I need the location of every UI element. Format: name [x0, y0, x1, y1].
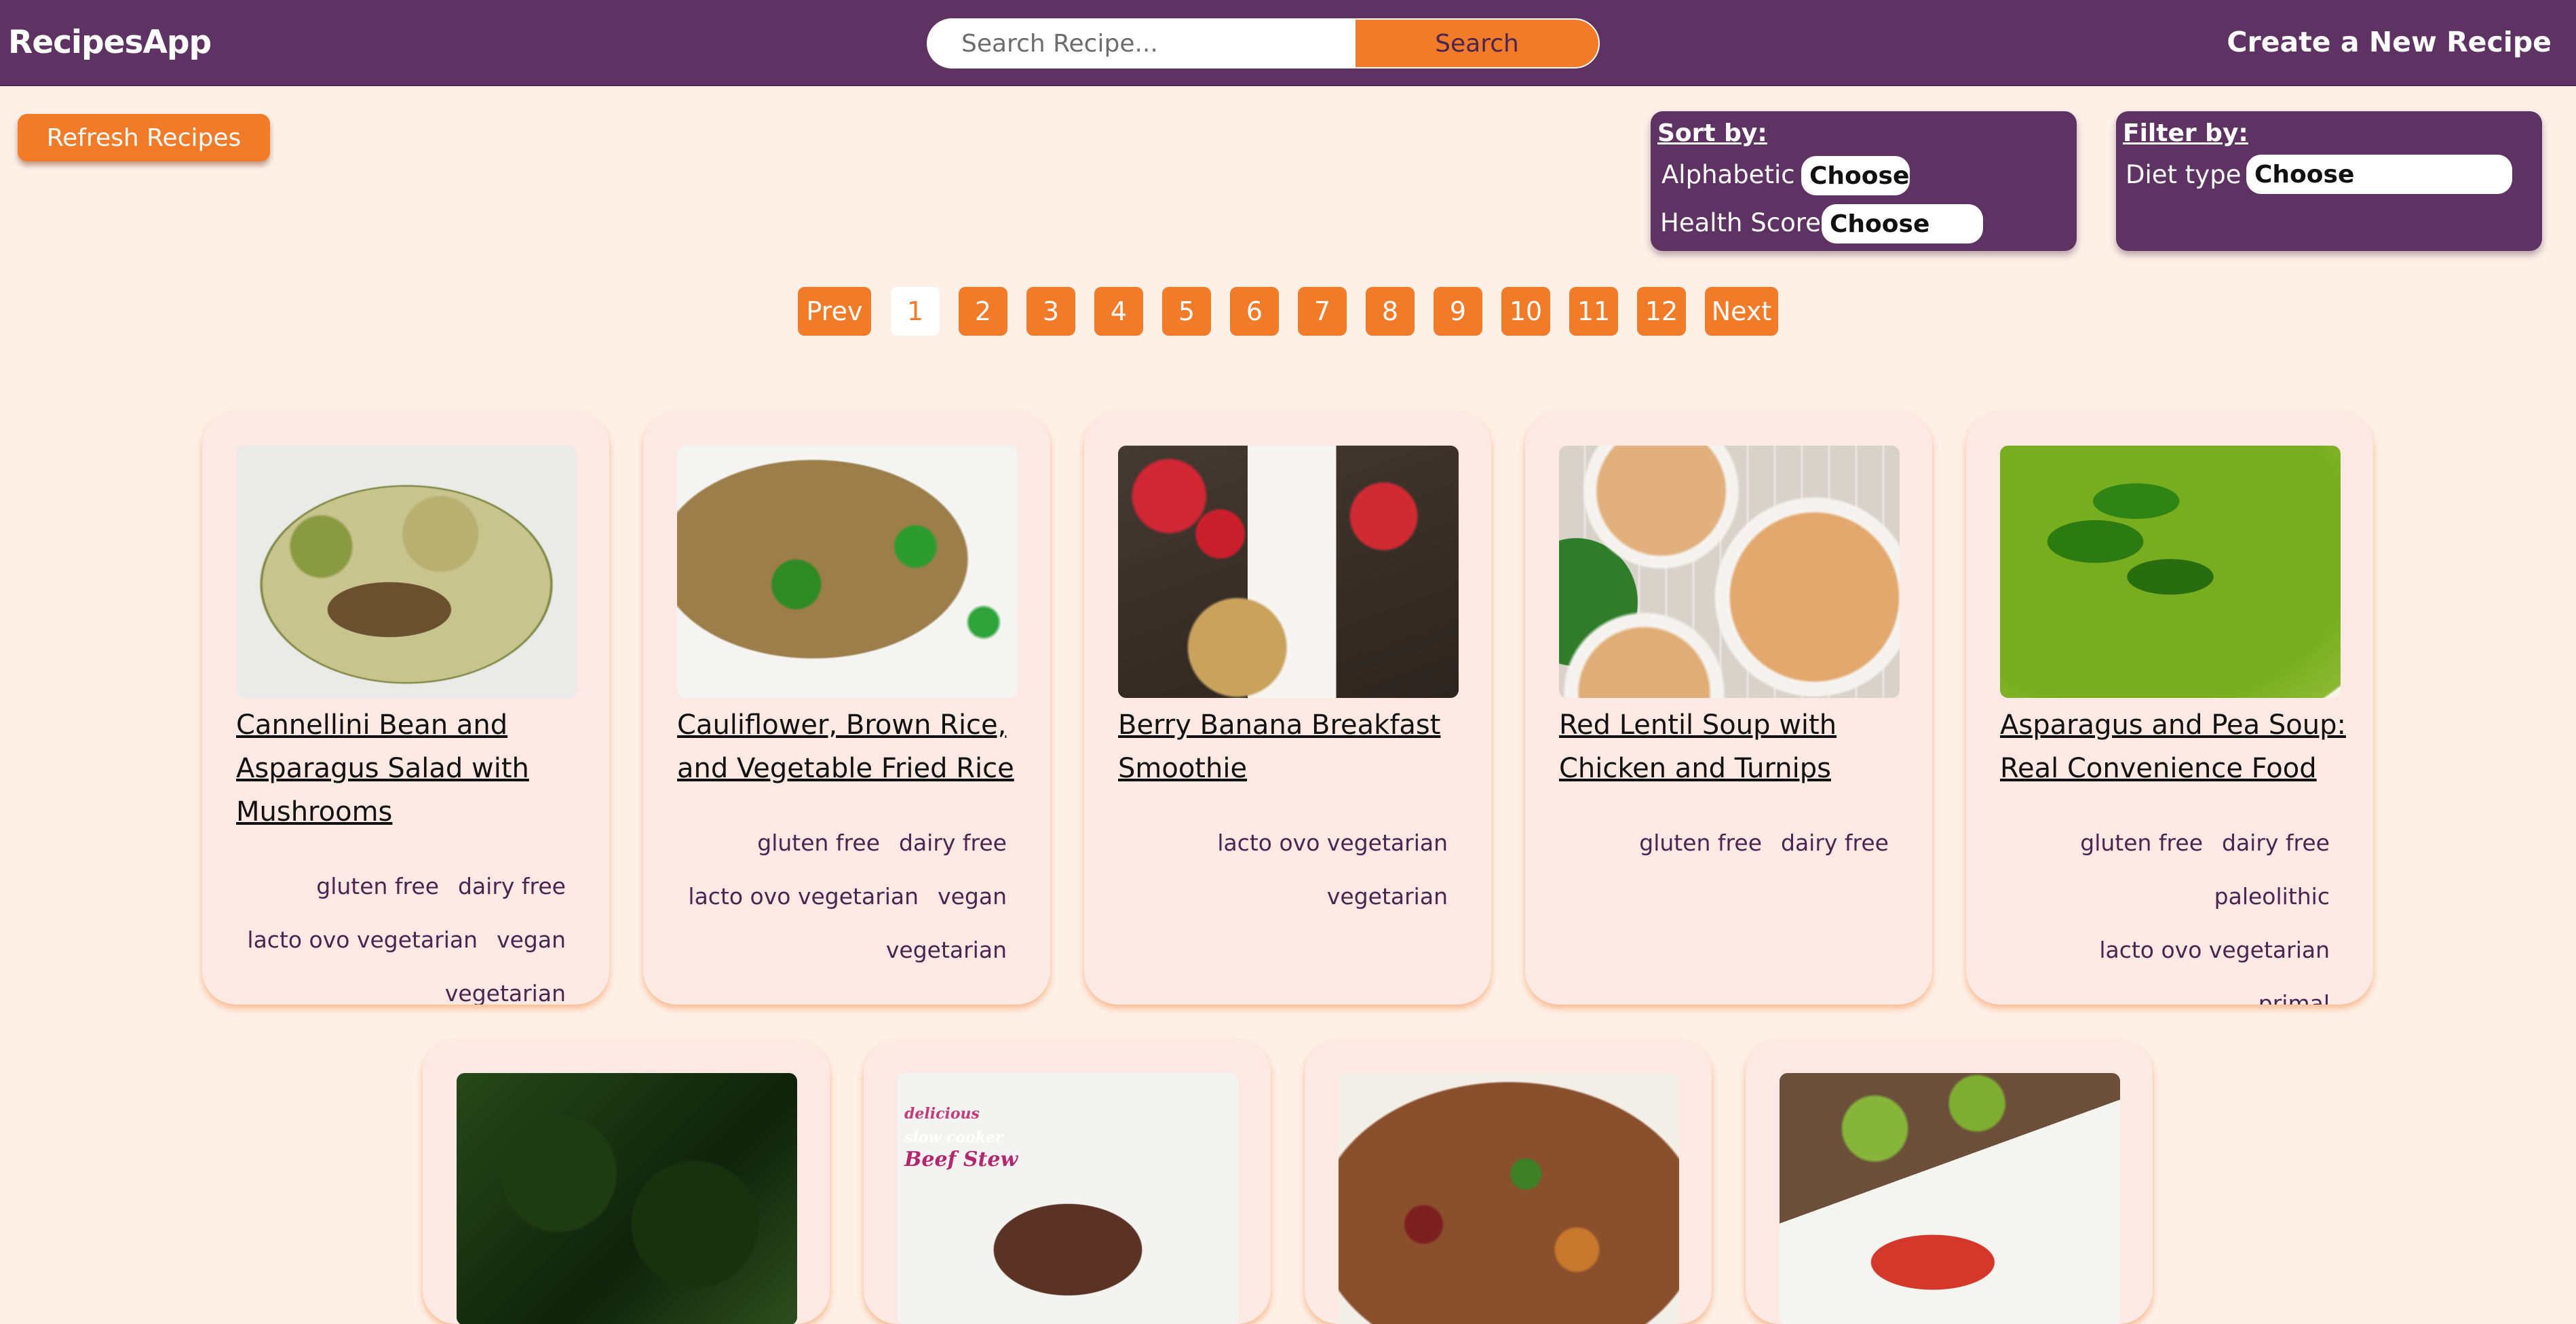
recipe-title[interactable]: Red Lentil Soup with Chicken and Turnips: [1559, 703, 1905, 790]
filter-panel: Filter by: Diet type Choose: [2116, 111, 2542, 251]
sort-health-label: Health Score: [1660, 208, 1821, 237]
refresh-recipes-button[interactable]: Refresh Recipes: [18, 114, 270, 161]
recipe-image[interactable]: [236, 446, 577, 698]
diet-tag: dairy free: [899, 830, 1007, 856]
recipe-card[interactable]: Cauliflower, Brown Rice, and Vegetable F…: [643, 412, 1050, 1005]
recipe-card[interactable]: Asparagus and Pea Soup: Real Convenience…: [1966, 412, 2373, 1005]
search-bar: Search: [927, 18, 1605, 69]
diet-tag: gluten free: [316, 873, 439, 899]
next-page-button[interactable]: Next: [1705, 287, 1778, 336]
filter-title: Filter by:: [2123, 119, 2248, 147]
recipe-image[interactable]: [1780, 1073, 2120, 1324]
recipe-diet-tags: gluten free dairy free paleolithic lacto …: [1991, 816, 2330, 1005]
sort-title: Sort by:: [1657, 119, 1767, 147]
prev-page-button[interactable]: Prev: [798, 287, 871, 336]
pagination: Prev 1 2 3 4 5 6 7 8 9 10 11 12 Next: [0, 287, 2576, 336]
recipe-diet-tags: gluten free dairy free lacto ovo vegetari…: [668, 816, 1007, 977]
recipe-card[interactable]: [423, 1039, 830, 1324]
recipe-diet-tags: lacto ovo vegetarian vegetarian: [1109, 816, 1448, 923]
filter-diet-label: Diet type: [2126, 160, 2242, 189]
diet-tag: lacto ovo vegetarian: [247, 927, 478, 953]
brand-logo[interactable]: RecipesApp: [8, 0, 212, 85]
sort-panel: Sort by: Alphabetic Choose Health Score …: [1651, 111, 2077, 251]
diet-tag: lacto ovo vegetarian: [2099, 937, 2330, 963]
recipe-image[interactable]: [1559, 446, 1900, 698]
diet-tag: vegan: [938, 883, 1007, 910]
diet-tag: vegetarian: [444, 980, 566, 1005]
sort-alphabetic-label: Alphabetic: [1661, 160, 1795, 189]
recipe-card[interactable]: Cannellini Bean and Asparagus Salad with…: [202, 412, 609, 1005]
diet-tag: primal: [2258, 990, 2330, 1005]
recipe-title[interactable]: Berry Banana Breakfast Smoothie: [1118, 703, 1464, 790]
page-button-7[interactable]: 7: [1298, 287, 1347, 336]
diet-tag: dairy free: [1781, 830, 1889, 856]
recipe-image[interactable]: [1118, 446, 1459, 698]
page-button-8[interactable]: 8: [1366, 287, 1415, 336]
page-button-9[interactable]: 9: [1434, 287, 1482, 336]
recipe-title[interactable]: Asparagus and Pea Soup: Real Convenience…: [2000, 703, 2346, 790]
recipe-diet-tags: gluten free dairy free lacto ovo vegetari…: [227, 859, 566, 1005]
recipe-card[interactable]: [1746, 1039, 2153, 1324]
diet-tag: gluten free: [1639, 830, 1762, 856]
diet-tag: gluten free: [757, 830, 880, 856]
recipe-title[interactable]: Cannellini Bean and Asparagus Salad with…: [236, 703, 582, 834]
recipe-image[interactable]: [2000, 446, 2341, 698]
sort-alphabetic-select[interactable]: Choose: [1801, 156, 1910, 195]
page-button-5[interactable]: 5: [1162, 287, 1211, 336]
recipe-image-text: delicious slow cooker Beef Stew: [904, 1105, 1018, 1171]
recipe-card[interactable]: Berry Banana Breakfast Smoothie lacto ov…: [1084, 412, 1491, 1005]
diet-tag: paleolithic: [2214, 883, 2330, 910]
page-button-3[interactable]: 3: [1026, 287, 1075, 336]
diet-tag: dairy free: [458, 873, 566, 899]
recipe-title[interactable]: Cauliflower, Brown Rice, and Vegetable F…: [677, 703, 1023, 790]
page-button-4[interactable]: 4: [1094, 287, 1143, 336]
search-button[interactable]: Search: [1354, 18, 1600, 69]
page-button-2[interactable]: 2: [959, 287, 1007, 336]
recipe-image[interactable]: [677, 446, 1018, 698]
page-button-10[interactable]: 10: [1501, 287, 1550, 336]
create-recipe-link[interactable]: Create a New Recipe: [2227, 0, 2552, 85]
recipe-image[interactable]: [457, 1073, 797, 1324]
diet-tag: dairy free: [2222, 830, 2330, 856]
diet-tag: lacto ovo vegetarian: [688, 883, 919, 910]
top-navbar: RecipesApp Search Create a New Recipe: [0, 0, 2576, 86]
sort-health-select[interactable]: Choose: [1822, 204, 1983, 244]
page-button-1[interactable]: 1: [891, 287, 940, 336]
search-input[interactable]: [927, 18, 1354, 69]
diet-tag: gluten free: [2080, 830, 2203, 856]
diet-tag: lacto ovo vegetarian: [1217, 830, 1448, 856]
recipe-diet-tags: gluten free dairy free: [1550, 816, 1889, 870]
recipe-image[interactable]: [1339, 1073, 1679, 1324]
page-button-6[interactable]: 6: [1230, 287, 1279, 336]
diet-tag: vegan: [497, 927, 566, 953]
page-button-12[interactable]: 12: [1637, 287, 1686, 336]
filter-diet-select[interactable]: Choose: [2246, 155, 2512, 194]
diet-tag: vegetarian: [1326, 883, 1448, 910]
recipe-card[interactable]: Red Lentil Soup with Chicken and Turnips…: [1525, 412, 1932, 1005]
recipe-card[interactable]: delicious slow cooker Beef Stew: [864, 1039, 1271, 1324]
recipe-image[interactable]: delicious slow cooker Beef Stew: [898, 1073, 1238, 1324]
diet-tag: vegetarian: [885, 937, 1007, 963]
page-button-11[interactable]: 11: [1569, 287, 1618, 336]
recipe-card[interactable]: [1305, 1039, 1712, 1324]
